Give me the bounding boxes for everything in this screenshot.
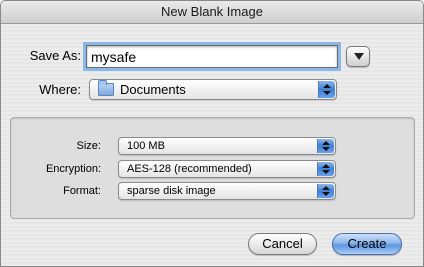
size-label: Size:: [76, 140, 101, 152]
where-label: Where:: [39, 82, 81, 97]
cancel-button[interactable]: Cancel: [248, 233, 317, 255]
encryption-label: Encryption:: [45, 163, 101, 175]
popup-arrows-icon: [317, 139, 334, 153]
save-as-field[interactable]: [86, 45, 338, 68]
where-value: Documents: [120, 82, 186, 97]
where-value-wrap: Documents: [98, 80, 186, 99]
folder-icon: [98, 80, 114, 96]
encryption-popup[interactable]: AES-128 (recommended): [118, 160, 336, 178]
where-popup[interactable]: Documents: [89, 79, 337, 100]
chevron-down-icon: [354, 53, 364, 60]
format-popup[interactable]: sparse disk image: [118, 182, 336, 200]
popup-arrows-icon: [317, 162, 334, 176]
format-label: Format:: [63, 185, 101, 197]
format-value: sparse disk image: [127, 185, 216, 197]
expand-dialog-button[interactable]: [346, 46, 370, 67]
create-button[interactable]: Create: [332, 233, 402, 255]
window-title: New Blank Image: [1, 1, 423, 24]
encryption-value: AES-128 (recommended): [127, 163, 252, 175]
popup-arrows-icon: [318, 81, 335, 98]
new-blank-image-dialog: New Blank Image Save As: Where: Document…: [0, 0, 424, 267]
popup-arrows-icon: [317, 184, 334, 198]
save-as-label: Save As:: [29, 48, 81, 63]
size-popup[interactable]: 100 MB: [118, 137, 336, 155]
size-value: 100 MB: [127, 140, 165, 152]
